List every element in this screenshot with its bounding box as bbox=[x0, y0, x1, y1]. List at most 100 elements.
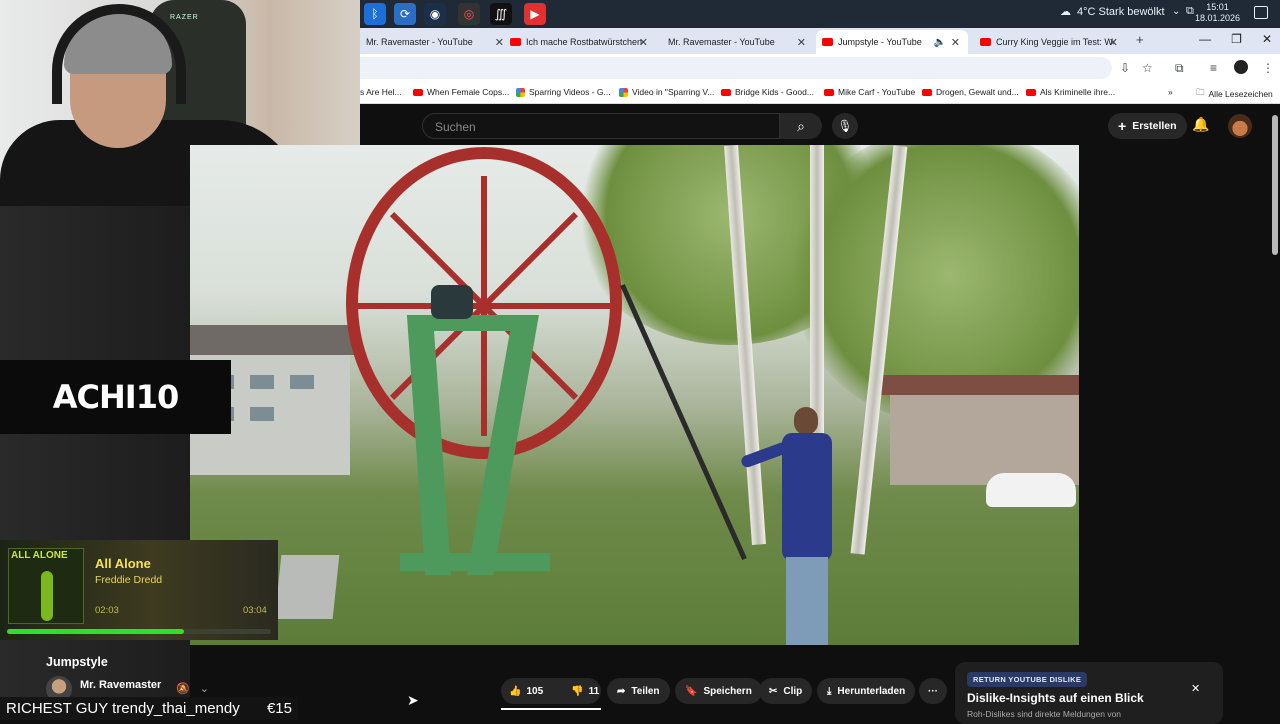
speaker-icon[interactable]: 🔈 bbox=[934, 37, 946, 48]
parked-car bbox=[986, 473, 1076, 507]
folder-icon: 🗀 bbox=[1196, 87, 1205, 97]
bookmark-star-icon[interactable]: ☆ bbox=[1142, 61, 1153, 75]
song-title: All Alone bbox=[95, 556, 151, 571]
house-roof bbox=[880, 375, 1079, 395]
youtube-favicon-icon bbox=[822, 38, 833, 46]
donation-ticker: RICHEST GUY trendy_thai_mendy €15 bbox=[0, 697, 298, 720]
share-button[interactable]: ➦ Teilen bbox=[607, 678, 670, 704]
close-window-icon[interactable]: ✕ bbox=[1262, 32, 1272, 46]
channel-name[interactable]: Mr. Ravemaster bbox=[80, 679, 161, 691]
chrome-icon[interactable]: ◎ bbox=[458, 3, 480, 25]
youtube-header: Suchen ⌕ 🎙 + Erstellen 🔔 bbox=[360, 107, 1280, 255]
like-button[interactable]: 👍 105 bbox=[501, 678, 551, 704]
thumbs-up-icon: 👍 bbox=[509, 685, 522, 697]
search-input[interactable]: Suchen bbox=[422, 113, 780, 139]
system-taskbar: ᛒ ⟳ ◉ ◎ ∭ ▶ ☁ 4°C Stark bewölkt ⌄ ⧉ 15:0… bbox=[360, 0, 1280, 28]
extensions-icon[interactable]: ⧉ bbox=[1175, 61, 1184, 76]
weather-widget[interactable]: ☁ 4°C Stark bewölkt bbox=[1060, 5, 1165, 19]
save-button[interactable]: 🔖 Speichern bbox=[675, 678, 762, 704]
notifications-bell-icon[interactable]: 🔔 bbox=[1192, 116, 1209, 133]
memorial-plaque bbox=[274, 555, 340, 619]
more-bookmarks-icon[interactable]: » bbox=[1168, 87, 1173, 97]
chevron-down-icon: ⌄ bbox=[199, 683, 209, 695]
create-button[interactable]: + Erstellen bbox=[1108, 113, 1187, 139]
bookmark-item[interactable]: Drogen, Gewalt und... bbox=[922, 87, 1019, 97]
close-tab-icon[interactable]: ✕ bbox=[639, 36, 648, 49]
restore-icon[interactable]: ❐ bbox=[1231, 32, 1242, 46]
person-jeans bbox=[786, 557, 828, 645]
bookmark-item[interactable]: Video in "Sparring V... bbox=[619, 87, 714, 97]
search-button[interactable]: ⌕ bbox=[780, 113, 822, 139]
download-button[interactable]: ⤓ Herunterladen bbox=[817, 678, 916, 704]
google-favicon-icon bbox=[516, 87, 525, 97]
bluetooth-icon[interactable]: ᛒ bbox=[364, 3, 386, 25]
green-frame-base bbox=[400, 553, 550, 571]
close-tab-icon[interactable]: ✕ bbox=[1109, 36, 1118, 49]
tab-mr-ravemaster-2[interactable]: Mr. Ravemaster - YouTube ✕ bbox=[662, 30, 814, 54]
media-controls-icon[interactable]: ≡ bbox=[1210, 61, 1217, 75]
bookmark-item[interactable]: Bridge Kids - Good... bbox=[721, 87, 814, 97]
close-tab-icon[interactable]: ✕ bbox=[797, 36, 806, 49]
window-controls: — ❐ ✕ bbox=[1199, 32, 1272, 46]
new-tab-icon[interactable]: + bbox=[1136, 32, 1144, 47]
clip-button[interactable]: ✂ Clip bbox=[759, 678, 813, 704]
all-bookmarks-folder[interactable]: 🗀 Alle Lesezeichen bbox=[1196, 87, 1273, 101]
close-tab-icon[interactable]: ✕ bbox=[951, 36, 960, 49]
address-bar[interactable] bbox=[360, 57, 1112, 79]
install-app-icon[interactable]: ⇩ bbox=[1120, 61, 1130, 75]
dislike-button[interactable]: 👎 11 bbox=[563, 678, 607, 704]
wheel-hub bbox=[431, 285, 473, 319]
thumbs-down-icon: 👎 bbox=[571, 685, 584, 697]
tab-jumpstyle[interactable]: Jumpstyle - YouTube 🔈 ✕ bbox=[816, 30, 968, 54]
close-icon[interactable]: ✕ bbox=[1191, 682, 1200, 695]
bookmark-item[interactable]: Sparring Videos - G... bbox=[516, 87, 611, 97]
album-cover: ALL ALONE bbox=[8, 548, 84, 624]
clock[interactable]: 15:01 18.01.2026 bbox=[1195, 2, 1240, 24]
close-tab-icon[interactable]: ✕ bbox=[495, 36, 504, 49]
download-icon: ⤓ bbox=[827, 685, 832, 697]
bookmark-item[interactable]: When Female Cops... bbox=[413, 87, 509, 97]
wheel-spoke bbox=[484, 303, 614, 309]
youtube-favicon-icon bbox=[721, 88, 731, 96]
page-scrollbar[interactable] bbox=[1272, 115, 1278, 255]
song-artist: Freddie Dredd bbox=[95, 574, 163, 586]
tray-chevron-icon[interactable]: ⌄ bbox=[1172, 6, 1180, 17]
mouse-cursor-icon: ➤ bbox=[407, 692, 419, 708]
tab-curry-king[interactable]: Curry King Veggie im Test: Wel ✕ bbox=[974, 30, 1126, 54]
profile-icon[interactable] bbox=[1234, 60, 1248, 74]
scissors-icon: ✂ bbox=[769, 685, 778, 697]
youtube-favicon-icon bbox=[922, 88, 932, 96]
menu-kebab-icon[interactable]: ⋮ bbox=[1262, 61, 1274, 75]
youtube-favicon-icon bbox=[1026, 88, 1036, 96]
media-player-icon[interactable]: ▶ bbox=[524, 3, 546, 25]
app-icon[interactable]: ∭ bbox=[490, 3, 512, 25]
voice-search-button[interactable]: 🎙 bbox=[832, 113, 858, 139]
minimize-icon[interactable]: — bbox=[1199, 32, 1211, 46]
address-bar-row: ⇩ ☆ ⧉ ≡ ⋮ bbox=[360, 54, 1280, 82]
dancing-person bbox=[739, 407, 836, 645]
time-total: 03:04 bbox=[243, 605, 267, 616]
person-head bbox=[794, 407, 818, 435]
video-player[interactable] bbox=[190, 145, 1079, 645]
steam-icon[interactable]: ◉ bbox=[424, 3, 446, 25]
cloud-icon: ☁ bbox=[1060, 6, 1071, 18]
building-window bbox=[250, 407, 274, 421]
browser-tab-strip: Mr. Ravemaster - YouTube ✕ Ich mache Ros… bbox=[360, 28, 1280, 54]
bookmark-item[interactable]: s Are Hel... bbox=[360, 87, 402, 97]
user-avatar[interactable] bbox=[1228, 114, 1252, 138]
tray-network-icon[interactable]: ⧉ bbox=[1186, 5, 1194, 18]
bookmark-item[interactable]: Mike Carf - YouTube bbox=[824, 87, 915, 97]
search-icon: ⌕ bbox=[797, 117, 805, 134]
bookmark-item[interactable]: Als Kriminelle ihre... bbox=[1026, 87, 1115, 97]
tab-rostbratwuerstchen[interactable]: Ich mache Rostbatwürstchen m ✕ bbox=[504, 30, 656, 54]
subscription-notifications[interactable]: 🔕 ⌄ bbox=[176, 682, 209, 695]
more-actions-button[interactable]: ··· bbox=[919, 678, 947, 704]
video-title: Jumpstyle bbox=[46, 655, 108, 669]
tab-mr-ravemaster-1[interactable]: Mr. Ravemaster - YouTube ✕ bbox=[360, 30, 512, 54]
more-dots-icon: ··· bbox=[928, 685, 938, 697]
bell-off-icon: 🔕 bbox=[176, 683, 190, 695]
cover-figure bbox=[41, 571, 53, 621]
notification-icon[interactable] bbox=[1254, 6, 1268, 19]
now-playing-widget: ALL ALONE All Alone Freddie Dredd 02:03 … bbox=[0, 540, 278, 640]
refresh-app-icon[interactable]: ⟳ bbox=[394, 3, 416, 25]
